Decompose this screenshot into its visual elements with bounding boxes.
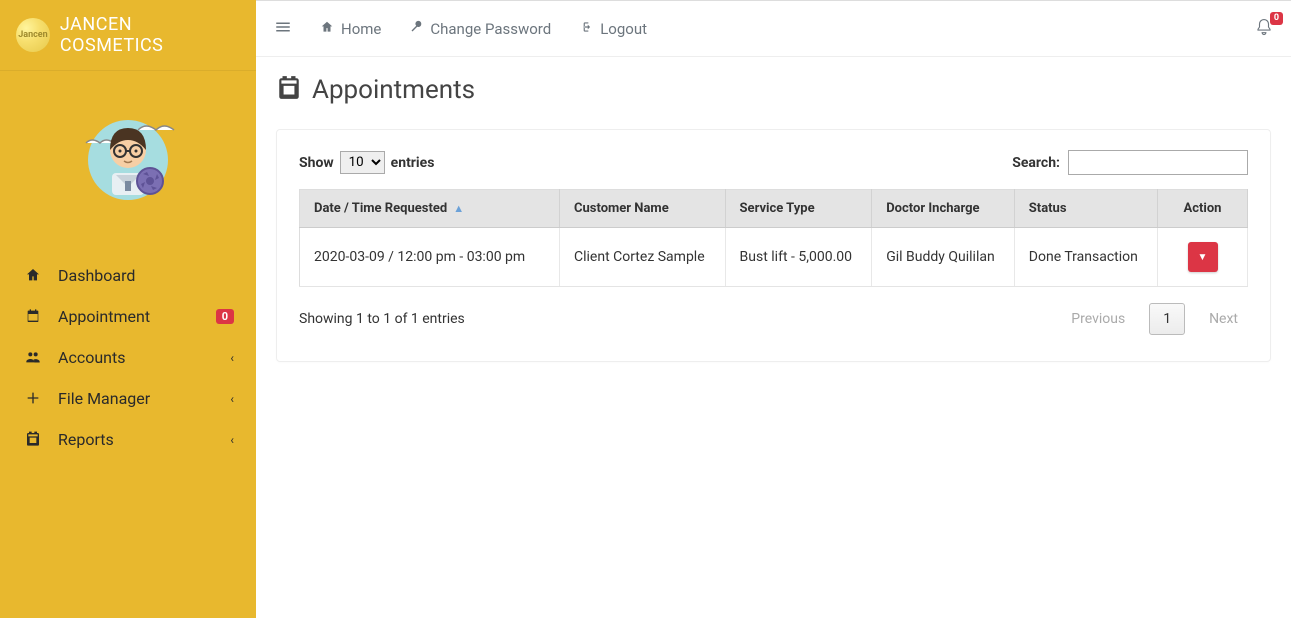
entries-select[interactable]: 10 xyxy=(340,151,385,174)
chevron-left-icon: ‹ xyxy=(230,433,234,447)
sidebar: Jancen JANCEN COSMETICS xyxy=(0,0,256,618)
calendar-icon xyxy=(276,75,302,104)
col-service[interactable]: Service Type xyxy=(725,190,872,228)
top-link-label: Logout xyxy=(600,20,647,38)
plus-icon xyxy=(22,389,44,408)
content: Appointments Show 10 entries Search: xyxy=(256,57,1291,380)
caret-down-icon: ▼ xyxy=(1198,252,1208,263)
brand: Jancen JANCEN COSMETICS xyxy=(0,0,256,71)
cell-status: Done Transaction xyxy=(1014,228,1157,287)
page-title: Appointments xyxy=(276,75,1271,105)
col-date[interactable]: Date / Time Requested▲ xyxy=(300,190,560,228)
home-link[interactable]: Home xyxy=(320,20,381,38)
top-link-label: Home xyxy=(341,20,381,38)
page-title-text: Appointments xyxy=(312,75,475,105)
home-icon xyxy=(320,20,334,36)
calendar-icon xyxy=(22,307,44,326)
brand-title: JANCEN COSMETICS xyxy=(60,14,240,56)
col-action[interactable]: Action xyxy=(1158,190,1248,228)
appointments-table: Date / Time Requested▲ Customer Name Ser… xyxy=(299,189,1248,287)
sidebar-item-label: File Manager xyxy=(58,389,230,408)
row-action-button[interactable]: ▼ xyxy=(1188,242,1218,272)
calendar-outline-icon xyxy=(22,430,44,449)
cell-date: 2020-03-09 / 12:00 pm - 03:00 pm xyxy=(300,228,560,287)
sidebar-item-accounts[interactable]: Accounts ‹ xyxy=(12,337,244,378)
table-info: Showing 1 to 1 of 1 entries xyxy=(299,311,465,327)
top-link-label: Change Password xyxy=(430,20,551,38)
chevron-left-icon: ‹ xyxy=(230,351,234,365)
table-row: 2020-03-09 / 12:00 pm - 03:00 pm Client … xyxy=(300,228,1248,287)
sidebar-item-dashboard[interactable]: Dashboard xyxy=(12,255,244,296)
sidebar-item-appointment[interactable]: Appointment 0 xyxy=(12,296,244,337)
entries-length: Show 10 entries xyxy=(299,151,434,174)
show-label-pre: Show xyxy=(299,155,334,171)
appointments-card: Show 10 entries Search: xyxy=(276,129,1271,362)
top-links: Home Change Password Logout xyxy=(320,20,647,38)
sort-asc-icon: ▲ xyxy=(453,202,464,215)
notifications-button[interactable]: 0 xyxy=(1255,18,1273,38)
col-doctor[interactable]: Doctor Incharge xyxy=(872,190,1015,228)
search-box: Search: xyxy=(1012,150,1248,175)
bars-icon xyxy=(274,18,292,36)
menu-toggle-button[interactable] xyxy=(274,18,292,39)
table-controls: Show 10 entries Search: xyxy=(299,150,1248,175)
sidebar-badge: 0 xyxy=(216,309,234,324)
wrench-icon xyxy=(409,20,423,36)
sidebar-item-label: Dashboard xyxy=(58,266,234,285)
logout-link[interactable]: Logout xyxy=(579,20,647,38)
cell-action: ▼ xyxy=(1158,228,1248,287)
sidebar-item-reports[interactable]: Reports ‹ xyxy=(12,419,244,460)
chevron-left-icon: ‹ xyxy=(230,392,234,406)
avatar xyxy=(68,95,188,215)
avatar-area xyxy=(0,71,256,255)
sidebar-item-file-manager[interactable]: File Manager ‹ xyxy=(12,378,244,419)
users-icon xyxy=(22,348,44,367)
cell-service: Bust lift - 5,000.00 xyxy=(725,228,872,287)
topbar: Home Change Password Logout 0 xyxy=(256,1,1291,57)
change-password-link[interactable]: Change Password xyxy=(409,20,551,38)
cell-doctor: Gil Buddy Quililan xyxy=(872,228,1015,287)
sidebar-item-label: Reports xyxy=(58,430,230,449)
prev-button[interactable]: Previous xyxy=(1061,305,1135,333)
page-number[interactable]: 1 xyxy=(1149,303,1185,335)
show-label-post: entries xyxy=(391,155,435,171)
cell-customer: Client Cortez Sample xyxy=(560,228,726,287)
pagination: Previous 1 Next xyxy=(1061,303,1248,335)
main-area: Home Change Password Logout 0 Appointmen xyxy=(256,0,1291,618)
signout-icon xyxy=(579,20,593,36)
sidebar-nav: Dashboard Appointment 0 Accounts ‹ File … xyxy=(0,255,256,460)
sidebar-item-label: Appointment xyxy=(58,307,216,326)
brand-logo: Jancen xyxy=(16,18,50,52)
sidebar-item-label: Accounts xyxy=(58,348,230,367)
search-input[interactable] xyxy=(1068,150,1248,175)
search-label: Search: xyxy=(1012,155,1060,171)
table-footer: Showing 1 to 1 of 1 entries Previous 1 N… xyxy=(299,303,1248,335)
home-icon xyxy=(22,266,44,285)
col-customer[interactable]: Customer Name xyxy=(560,190,726,228)
notifications-badge: 0 xyxy=(1270,12,1283,25)
col-status[interactable]: Status xyxy=(1014,190,1157,228)
next-button[interactable]: Next xyxy=(1199,305,1248,333)
